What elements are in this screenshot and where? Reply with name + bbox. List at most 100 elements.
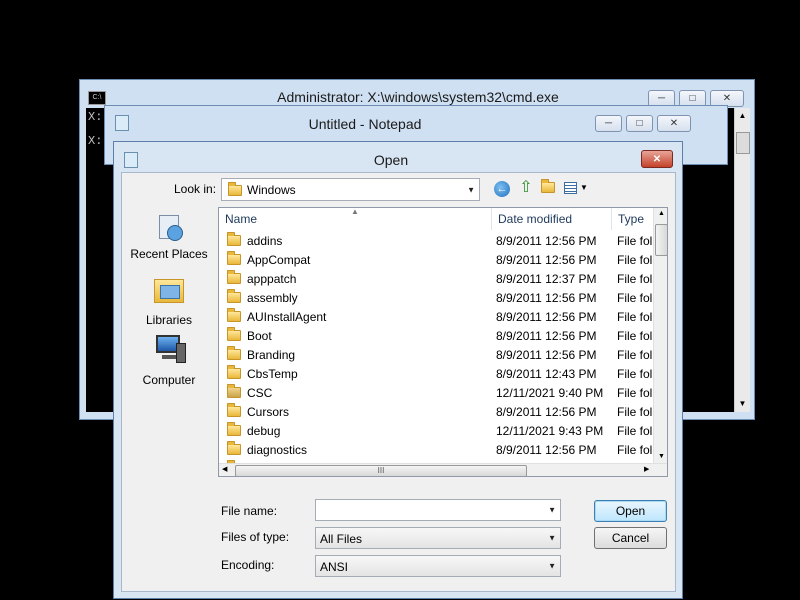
type-cell: File fol	[617, 348, 653, 362]
look-in-combo[interactable]: Windows ▼	[221, 178, 480, 201]
file-name-cell: AppCompat	[227, 251, 497, 270]
type-cell: File fol	[617, 234, 653, 248]
folder-icon	[227, 365, 241, 380]
type-cell: File fol	[617, 386, 653, 400]
recent-places-item[interactable]: Recent Places	[124, 215, 214, 261]
file-row[interactable]: Cursors 8/9/2011 12:56 PM File fol	[219, 403, 655, 422]
close-button[interactable]: ✕	[641, 150, 673, 168]
minimize-button[interactable]: ─	[595, 115, 622, 132]
file-name-cell: diagnostics	[227, 441, 497, 460]
date-modified-cell: 8/9/2011 12:56 PM	[496, 253, 597, 267]
offline-folder-icon	[227, 384, 241, 399]
notepad-title: Untitled - Notepad	[308, 116, 422, 132]
date-modified-cell: 12/11/2021 9:40 PM	[496, 386, 604, 400]
file-row[interactable]: apppatch 8/9/2011 12:37 PM File fol	[219, 270, 655, 289]
folder-icon	[227, 346, 241, 361]
file-list[interactable]: Name ▲ Date modified Type addins 8/9/2011…	[218, 207, 668, 477]
console-line: X:	[88, 110, 103, 124]
scroll-down-icon[interactable]: ▼	[735, 396, 750, 412]
date-modified-cell: 8/9/2011 12:37 PM	[496, 272, 597, 286]
type-cell: File fol	[617, 329, 653, 343]
file-row[interactable]: debug 12/11/2021 9:43 PM File fol	[219, 422, 655, 441]
chevron-down-icon: ▼	[467, 185, 475, 194]
open-button[interactable]: Open	[594, 500, 667, 522]
scroll-thumb[interactable]	[655, 224, 667, 256]
date-modified-cell: 8/9/2011 12:56 PM	[496, 329, 597, 343]
file-row[interactable]: AppCompat 8/9/2011 12:56 PM File fol	[219, 251, 655, 270]
file-row[interactable]: addins 8/9/2011 12:56 PM File fol	[219, 232, 655, 251]
chevron-down-icon: ▼	[548, 561, 556, 571]
file-name-cell: apppatch	[227, 270, 497, 289]
type-cell: File fol	[617, 291, 653, 305]
file-name-label: File name:	[221, 504, 278, 518]
scroll-up-icon[interactable]: ▲	[735, 108, 750, 124]
view-menu-icon[interactable]: ▼	[564, 181, 588, 197]
file-name-cell: Boot	[227, 327, 497, 346]
scroll-thumb[interactable]: III	[235, 465, 527, 476]
file-name-cell: assembly	[227, 289, 497, 308]
maximize-icon: □	[689, 93, 696, 104]
back-icon[interactable]: ←	[494, 181, 510, 197]
encoding-select[interactable]: ANSI ▼	[315, 555, 561, 577]
up-folder-icon[interactable]: ⇧	[517, 179, 535, 197]
file-row[interactable]: CSC 12/11/2021 9:40 PM File fol	[219, 384, 655, 403]
type-cell: File fol	[617, 424, 653, 438]
type-cell: File fol	[617, 253, 653, 267]
look-in-value: Windows	[247, 183, 296, 197]
close-icon: ✕	[652, 153, 662, 165]
file-row[interactable]: Branding 8/9/2011 12:56 PM File fol	[219, 346, 655, 365]
file-row[interactable]: CbsTemp 8/9/2011 12:43 PM File fol	[219, 365, 655, 384]
cmd-vertical-scrollbar[interactable]: ▲ ▼	[734, 108, 750, 412]
type-cell: File fol	[617, 272, 653, 286]
date-modified-cell: 8/9/2011 12:56 PM	[496, 348, 597, 362]
libraries-label: Libraries	[145, 313, 193, 327]
recent-places-label: Recent Places	[130, 247, 208, 261]
folder-icon	[227, 270, 241, 285]
file-list-horizontal-scrollbar[interactable]: ◀ III ▶	[219, 463, 667, 476]
file-name-input[interactable]: ▼	[315, 499, 561, 521]
maximize-button[interactable]: □	[626, 115, 653, 132]
type-cell: File fol	[617, 367, 653, 381]
file-list-vertical-scrollbar[interactable]: ▲ ▼	[653, 208, 667, 463]
scroll-right-icon[interactable]: ▶	[644, 465, 649, 473]
scroll-left-icon[interactable]: ◀	[222, 465, 227, 473]
type-cell: File fol	[617, 405, 653, 419]
libraries-item[interactable]: Libraries	[124, 275, 214, 327]
new-folder-icon[interactable]	[541, 179, 555, 196]
computer-label: Computer	[142, 373, 196, 387]
minimize-icon: ─	[604, 118, 613, 129]
type-cell: File fol	[617, 443, 653, 457]
files-of-type-label: Files of type:	[221, 530, 290, 544]
close-button[interactable]: ✕	[657, 115, 691, 132]
folder-icon	[227, 327, 241, 342]
close-icon: ✕	[669, 118, 679, 129]
file-row[interactable]: Boot 8/9/2011 12:56 PM File fol	[219, 327, 655, 346]
date-modified-cell: 8/9/2011 12:56 PM	[496, 405, 597, 419]
scroll-thumb[interactable]	[736, 132, 750, 154]
file-row[interactable]: AUInstallAgent 8/9/2011 12:56 PM File fol	[219, 308, 655, 327]
file-row[interactable]: diagnostics 8/9/2011 12:56 PM File fol	[219, 441, 655, 460]
computer-item[interactable]: Computer	[124, 335, 214, 387]
file-name-cell: AUInstallAgent	[227, 308, 497, 327]
file-name-cell: CSC	[227, 384, 497, 403]
chevron-down-icon[interactable]: ▼	[548, 506, 556, 515]
file-name-cell: Cursors	[227, 403, 497, 422]
look-in-label: Look in:	[174, 182, 217, 196]
file-name-cell: Branding	[227, 346, 497, 365]
scroll-up-icon[interactable]: ▲	[654, 210, 667, 217]
folder-icon	[227, 289, 241, 304]
chevron-down-icon: ▼	[548, 533, 556, 543]
folder-icon	[227, 232, 241, 247]
folder-icon	[227, 251, 241, 266]
date-modified-cell: 8/9/2011 12:43 PM	[496, 367, 597, 381]
encoding-label: Encoding:	[221, 558, 275, 572]
files-of-type-select[interactable]: All Files ▼	[315, 527, 561, 549]
scroll-down-icon[interactable]: ▼	[654, 453, 667, 460]
column-header-date[interactable]: Date modified	[492, 208, 612, 230]
file-row[interactable]: assembly 8/9/2011 12:56 PM File fol	[219, 289, 655, 308]
files-of-type-value: All Files	[320, 532, 363, 546]
cancel-button[interactable]: Cancel	[594, 527, 667, 549]
file-name-cell: addins	[227, 232, 497, 251]
sort-ascending-icon: ▲	[351, 207, 359, 216]
column-header-name[interactable]: Name ▲	[219, 208, 492, 230]
